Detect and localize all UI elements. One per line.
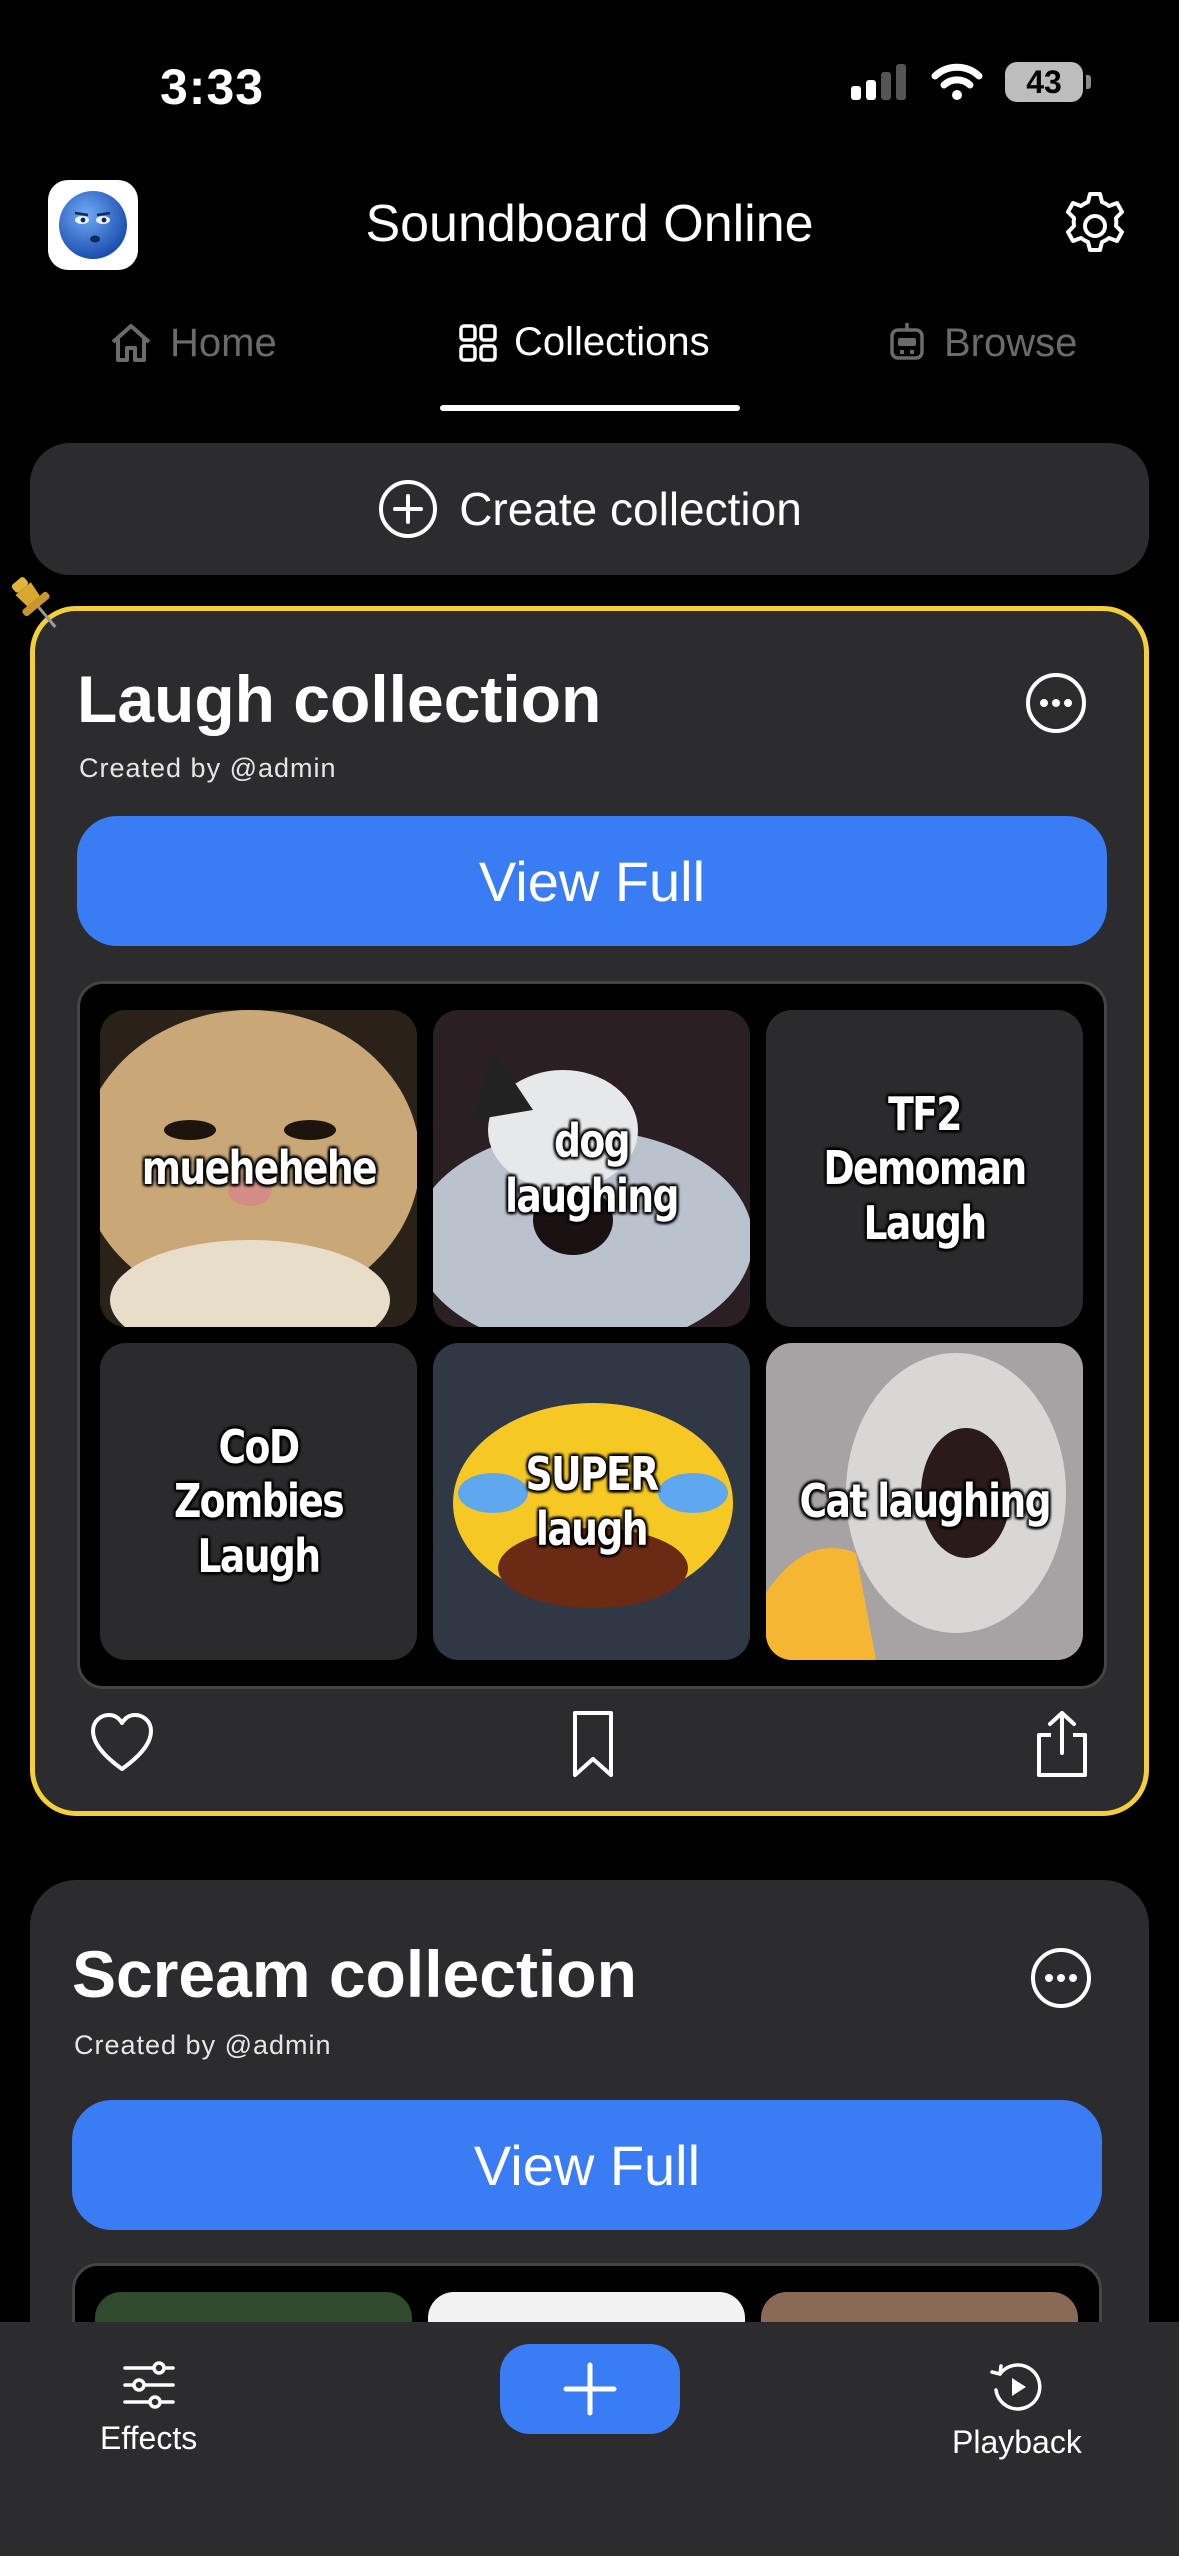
- collection-creator: Created by @admin: [79, 753, 337, 783]
- sound-tile-cat-laughing[interactable]: Cat laughing: [766, 1343, 1083, 1660]
- sound-label: SUPER laugh: [525, 1447, 659, 1556]
- view-full-button[interactable]: View Full: [77, 816, 1107, 946]
- app-title: Soundboard Online: [365, 195, 814, 253]
- battery-indicator: 43: [1005, 62, 1091, 102]
- create-collection-label: Create collection: [459, 483, 802, 535]
- create-collection-button[interactable]: Create collection: [30, 443, 1149, 575]
- status-time: 3:33: [160, 59, 265, 115]
- status-bar: 3:33 43: [0, 0, 1179, 170]
- settings-gear-icon[interactable]: [1057, 188, 1133, 264]
- sound-label: TF2 Demoman Laugh: [823, 1087, 1027, 1250]
- sound-tile-tf2-demoman-laugh[interactable]: TF2 Demoman Laugh: [766, 1010, 1083, 1327]
- playback-button[interactable]: Playback: [952, 2360, 1082, 2461]
- robot-icon: [890, 323, 924, 360]
- sound-tile-dog-laughing[interactable]: dog laughing: [433, 1010, 750, 1327]
- home-icon: [111, 324, 151, 362]
- sound-tile-super-laugh[interactable]: SUPER laugh: [433, 1343, 750, 1660]
- app-header: Soundboard Online: [0, 180, 1179, 270]
- playback-history-icon: [990, 2363, 1042, 2411]
- view-full-label: View Full: [473, 2133, 701, 2197]
- collection-actions: [35, 1709, 1144, 1789]
- battery-level: 43: [1026, 63, 1062, 100]
- sound-grid: muehehehe dog laughing TF2 Demoman Laugh…: [77, 981, 1107, 1689]
- view-full-button[interactable]: View Full: [72, 2100, 1102, 2230]
- share-icon[interactable]: [1027, 1709, 1097, 1779]
- playback-label: Playback: [952, 2424, 1082, 2460]
- sound-tile-cod-zombies-laugh[interactable]: CoD Zombies Laugh: [100, 1343, 417, 1660]
- sound-label: dog laughing: [505, 1114, 679, 1223]
- more-options-icon[interactable]: [1024, 671, 1088, 735]
- cellular-signal-icon: [851, 64, 906, 100]
- bottom-toolbar: Effects Playback: [0, 2322, 1179, 2556]
- sound-label: Cat laughing: [799, 1474, 1051, 1529]
- collection-creator: Created by @admin: [74, 2030, 332, 2060]
- more-options-icon[interactable]: [1029, 1946, 1093, 2010]
- tab-browse[interactable]: Browse: [886, 320, 1077, 366]
- heart-icon[interactable]: [87, 1709, 157, 1779]
- plus-circle-icon: [379, 480, 438, 538]
- sound-label: CoD Zombies Laugh: [173, 1420, 345, 1583]
- sound-tile-muehehehe[interactable]: muehehehe: [100, 1010, 417, 1327]
- add-sound-button[interactable]: [500, 2344, 680, 2434]
- active-tab-indicator: [440, 405, 740, 411]
- bookmark-icon[interactable]: [558, 1709, 628, 1779]
- tab-bar: Home Collections Browse: [0, 320, 1179, 415]
- effects-button[interactable]: Effects: [100, 2360, 197, 2457]
- collection-title: Laugh collection: [77, 662, 602, 736]
- wifi-icon: [931, 63, 983, 100]
- view-full-label: View Full: [478, 849, 706, 913]
- plus-icon: [563, 2362, 617, 2416]
- status-icons: 43: [849, 62, 1091, 102]
- collection-card-laugh: Laugh collection Created by @admin View …: [30, 606, 1149, 1816]
- tab-browse-label: Browse: [944, 320, 1078, 365]
- grid-icon: [459, 323, 497, 362]
- effects-label: Effects: [100, 2420, 198, 2456]
- sliders-icon: [122, 2361, 175, 2409]
- tab-collections-label: Collections: [514, 320, 710, 364]
- tab-home-label: Home: [170, 320, 277, 365]
- collection-title: Scream collection: [72, 1937, 637, 2011]
- sound-label: muehehehe: [141, 1141, 377, 1196]
- tab-home[interactable]: Home: [108, 320, 277, 366]
- tab-collections[interactable]: Collections: [458, 320, 710, 365]
- pushpin-icon: [11, 577, 57, 628]
